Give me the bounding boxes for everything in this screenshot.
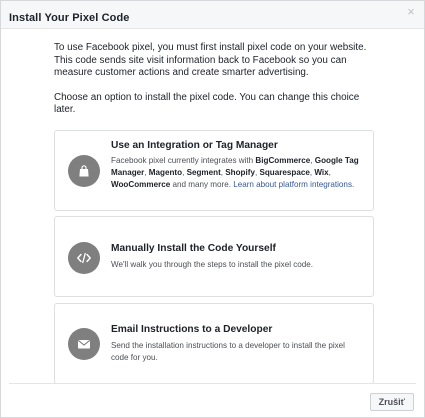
learn-integrations-link[interactable]: Learn about platform integrations. (233, 180, 354, 189)
code-icon (68, 242, 100, 274)
cancel-button[interactable]: Zrušiť (369, 393, 414, 411)
option-title: Manually Install the Code Yourself (111, 243, 276, 254)
partner-magento: Magento (148, 168, 183, 178)
option-description: We'll walk you through the steps to inst… (111, 260, 314, 269)
partner-woocommerce: WooCommerce (111, 180, 171, 190)
partner-squarespace: Squarespace (259, 168, 310, 178)
partner-wix: Wix (314, 168, 329, 178)
desc-prefix: Facebook pixel currently integrates with (111, 156, 256, 165)
install-pixel-dialog: Install Your Pixel Code × To use Faceboo… (0, 0, 425, 418)
dialog-body: To use Facebook pixel, you must first in… (1, 29, 424, 117)
option-description: Facebook pixel currently integrates with… (111, 156, 359, 190)
close-icon[interactable]: × (406, 5, 416, 18)
option-integration[interactable]: Use an Integration or Tag Manager Facebo… (54, 130, 374, 211)
shopping-bag-icon (68, 155, 100, 187)
choose-text: Choose an option to install the pixel co… (54, 91, 360, 116)
option-title: Use an Integration or Tag Manager (111, 140, 278, 151)
option-description: Send the installation instructions to a … (111, 341, 345, 363)
option-email-developer[interactable]: Email Instructions to a Developer Send t… (54, 303, 374, 384)
dialog-header: Install Your Pixel Code × (1, 1, 424, 29)
envelope-icon (68, 328, 100, 360)
dialog-title: Install Your Pixel Code (9, 12, 130, 24)
partner-bigcommerce: BigCommerce (255, 156, 311, 165)
option-title: Email Instructions to a Developer (111, 324, 273, 335)
partner-segment: Segment (186, 168, 221, 178)
option-manual-install[interactable]: Manually Install the Code Yourself We'll… (54, 216, 374, 297)
partner-shopify: Shopify (225, 168, 255, 178)
intro-text: To use Facebook pixel, you must first in… (54, 42, 367, 79)
footer-divider (9, 383, 416, 384)
desc-suffix: and many more. (170, 180, 234, 190)
